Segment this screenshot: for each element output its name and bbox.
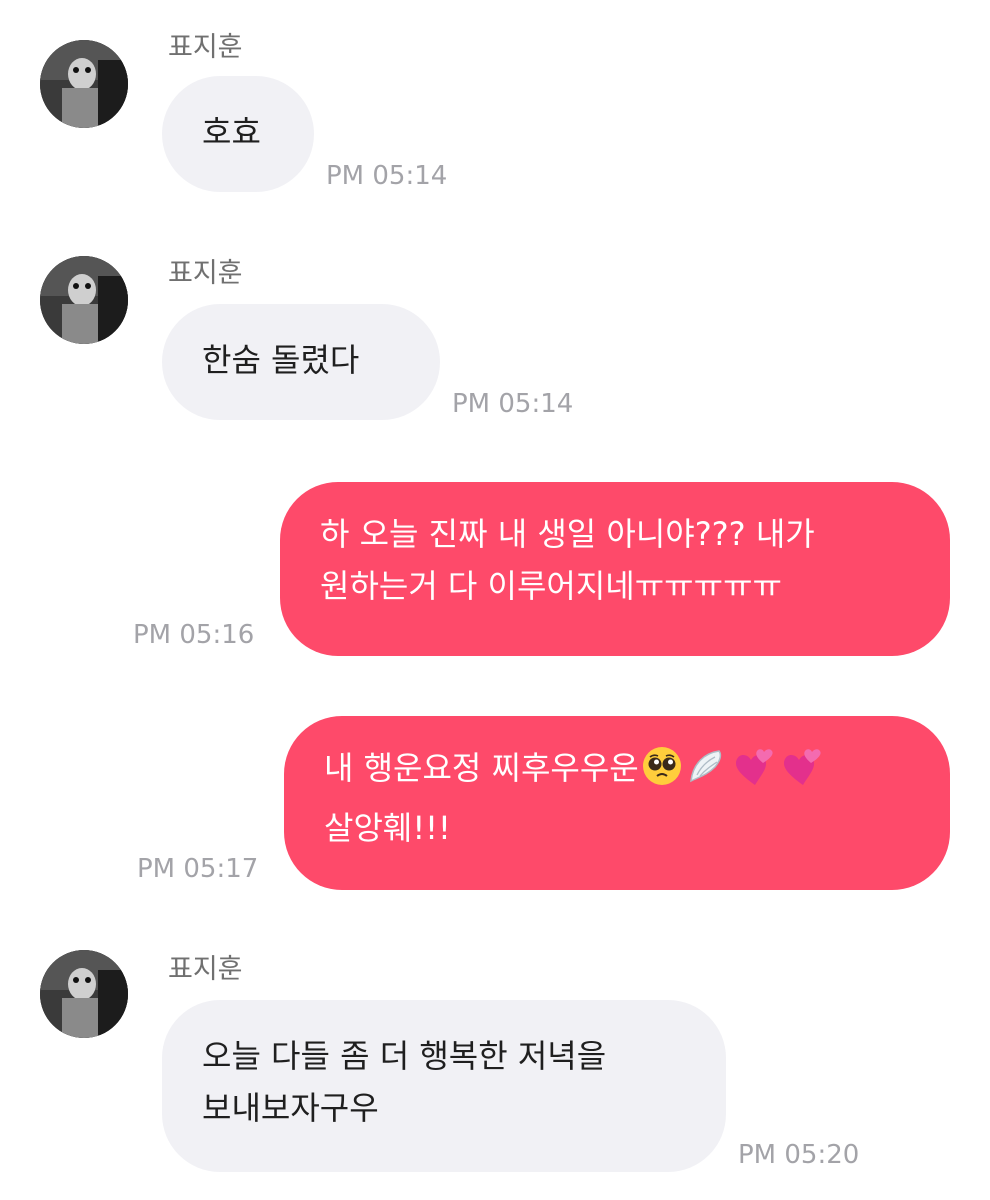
- sender-name: 표지훈: [168, 954, 243, 985]
- sender-name: 표지훈: [168, 258, 243, 289]
- message-timestamp: PM 05:14: [326, 161, 448, 191]
- message-bubble-incoming[interactable]: 오늘 다들 좀 더 행복한 저녁을 보내보자구우: [162, 1000, 726, 1172]
- sender-name: 표지훈: [168, 32, 243, 63]
- two-hearts-emoji: [777, 745, 823, 802]
- message-text-line: 하 오늘 진짜 내 생일 아니야??? 내가: [320, 515, 815, 553]
- message-text-line: 살앙훼!!!: [324, 809, 451, 847]
- two-hearts-emoji: [729, 745, 775, 802]
- message-bubble-incoming[interactable]: 호효: [162, 76, 314, 192]
- message-timestamp: PM 05:16: [133, 620, 255, 650]
- message-timestamp: PM 05:20: [738, 1140, 860, 1170]
- message-text-line: 내 행운요정 찌후우우운: [324, 742, 910, 802]
- avatar[interactable]: [40, 950, 128, 1038]
- message-text-line: 원하는거 다 이루어지네ㅠㅠㅠㅠㅠ: [320, 567, 782, 605]
- message-timestamp: PM 05:14: [452, 389, 574, 419]
- message-bubble-incoming[interactable]: 한숨 돌렸다: [162, 304, 440, 420]
- message-text: 한숨 돌렸다: [202, 341, 360, 379]
- wing-emoji: [685, 745, 727, 802]
- message-text: 호효: [202, 113, 261, 151]
- message-text-line: 오늘 다들 좀 더 행복한 저녁을: [202, 1037, 607, 1075]
- message-text-line: 보내보자구우: [202, 1089, 379, 1127]
- avatar[interactable]: [40, 256, 128, 344]
- message-text: 내 행운요정 찌후우우운: [324, 749, 639, 787]
- message-bubble-outgoing[interactable]: 하 오늘 진짜 내 생일 아니야??? 내가 원하는거 다 이루어지네ㅠㅠㅠㅠㅠ: [280, 482, 950, 656]
- avatar[interactable]: [40, 40, 128, 128]
- message-timestamp: PM 05:17: [137, 854, 259, 884]
- pleading-face-emoji: [641, 745, 683, 802]
- message-bubble-outgoing[interactable]: 내 행운요정 찌후우우운 살앙훼!!!: [284, 716, 950, 890]
